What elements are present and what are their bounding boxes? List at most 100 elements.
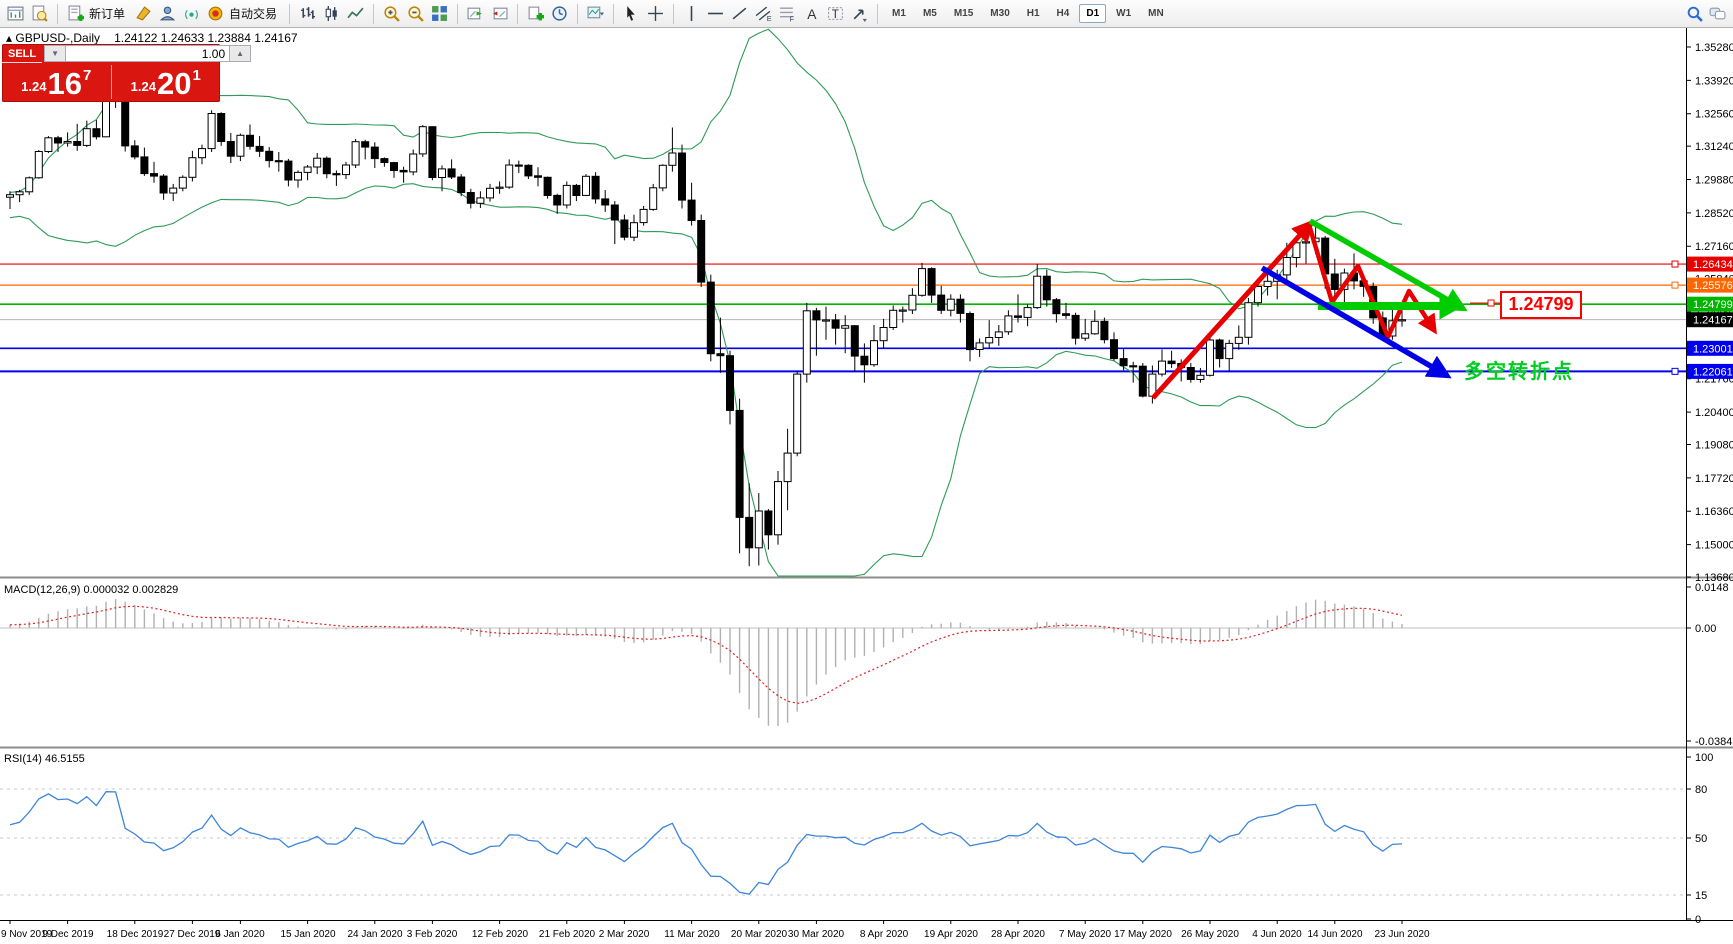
buy-price[interactable]: 1.24 20 1 bbox=[112, 63, 221, 101]
search-icon[interactable] bbox=[1683, 2, 1706, 25]
svg-text:1.28520: 1.28520 bbox=[1695, 208, 1733, 220]
toolbar-separator bbox=[613, 3, 615, 24]
svg-text:14 Jun 2020: 14 Jun 2020 bbox=[1307, 929, 1362, 940]
tf-button-M1[interactable]: M1 bbox=[885, 4, 913, 23]
svg-text:-0.038415: -0.038415 bbox=[1695, 736, 1733, 748]
signal-icon[interactable] bbox=[180, 2, 203, 25]
sell-price-big: 16 bbox=[47, 66, 82, 101]
toolbar: 新订单 自动交易 E F A T M1 M5 M15 M30 H1 H4 D1 W1 MN bbox=[0, 0, 1733, 28]
svg-text:11 Mar 2020: 11 Mar 2020 bbox=[664, 929, 720, 940]
svg-text:1.20400: 1.20400 bbox=[1695, 407, 1733, 419]
tf-button-M30[interactable]: M30 bbox=[983, 4, 1016, 23]
svg-text:28 Apr 2020: 28 Apr 2020 bbox=[991, 929, 1045, 940]
svg-text:27 Dec 2019: 27 Dec 2019 bbox=[164, 929, 221, 940]
bollinger-bands bbox=[9, 28, 1403, 577]
vline-icon[interactable] bbox=[680, 2, 703, 25]
new-order-icon[interactable] bbox=[64, 2, 87, 25]
rsi-indicator-label: RSI(14) 46.5155 bbox=[4, 753, 85, 765]
chart-window-icon[interactable] bbox=[4, 2, 27, 25]
label-icon[interactable]: T bbox=[824, 2, 847, 25]
price-level-lines[interactable] bbox=[0, 260, 1686, 375]
chart-shift-icon[interactable] bbox=[488, 2, 511, 25]
tf-button-W1[interactable]: W1 bbox=[1109, 4, 1138, 23]
svg-text:1.15000: 1.15000 bbox=[1695, 540, 1733, 552]
buy-price-big: 20 bbox=[156, 66, 192, 101]
autotrading-label[interactable]: 自动交易 bbox=[229, 5, 277, 22]
svg-text:1.29880: 1.29880 bbox=[1695, 175, 1733, 187]
svg-text:T: T bbox=[832, 8, 839, 21]
tf-button-MN[interactable]: MN bbox=[1141, 4, 1171, 23]
rsi-panel[interactable]: 100 80 50 15 0 bbox=[0, 752, 1713, 926]
svg-text:1.32560: 1.32560 bbox=[1695, 109, 1733, 121]
panel-frame bbox=[0, 28, 1733, 921]
collapse-arrow-icon[interactable]: ▴ bbox=[6, 31, 12, 45]
svg-text:30 Mar 2020: 30 Mar 2020 bbox=[788, 929, 845, 940]
clock-icon[interactable] bbox=[548, 2, 571, 25]
volume-input[interactable] bbox=[66, 45, 230, 62]
svg-text:1.24167: 1.24167 bbox=[1693, 315, 1733, 327]
turning-point-annotation[interactable]: 多空转折点 bbox=[1464, 355, 1574, 384]
chart-title: ▴ GBPUSD-,Daily 1.24122 1.24633 1.23884 1… bbox=[6, 31, 298, 45]
buy-price-small: 1.24 bbox=[130, 79, 156, 94]
date-axis[interactable]: 9 Nov 20199 Dec 2019 18 Dec 2019 27 Dec 20… bbox=[1, 920, 1430, 940]
svg-text:21 Feb 2020: 21 Feb 2020 bbox=[539, 929, 596, 940]
tile-windows-icon[interactable] bbox=[428, 2, 451, 25]
svg-text:19 Apr 2020: 19 Apr 2020 bbox=[924, 929, 978, 940]
zoom-in-icon[interactable] bbox=[380, 2, 403, 25]
svg-text:0: 0 bbox=[1695, 914, 1701, 926]
tf-button-D1[interactable]: D1 bbox=[1079, 4, 1107, 23]
tf-button-M5[interactable]: M5 bbox=[916, 4, 944, 23]
sell-price[interactable]: 1.24 16 7 bbox=[2, 63, 111, 101]
svg-text:23 Jun 2020: 23 Jun 2020 bbox=[1374, 929, 1429, 940]
styler-icon[interactable] bbox=[132, 2, 155, 25]
buy-price-sup: 1 bbox=[192, 67, 201, 84]
svg-text:18 Dec 2019: 18 Dec 2019 bbox=[107, 929, 164, 940]
candles-chart-icon[interactable] bbox=[320, 2, 343, 25]
arrows-icon[interactable] bbox=[848, 2, 871, 25]
auto-scroll-icon[interactable] bbox=[464, 2, 487, 25]
crosshair-icon[interactable] bbox=[644, 2, 667, 25]
svg-text:0.00: 0.00 bbox=[1695, 623, 1716, 635]
svg-text:4 Jun 2020: 4 Jun 2020 bbox=[1252, 929, 1302, 940]
svg-text:80: 80 bbox=[1695, 784, 1707, 796]
buy-button[interactable]: BUY bbox=[253, 44, 289, 63]
chart-canvas[interactable]: 1.35280 1.33920 1.32560 1.31240 1.29880 1.285… bbox=[0, 0, 1733, 944]
ohlc-values: 1.24122 1.24633 1.23884 1.24167 bbox=[114, 31, 298, 45]
add-indicator-icon[interactable] bbox=[524, 2, 547, 25]
tf-button-M15[interactable]: M15 bbox=[947, 4, 980, 23]
bars-chart-icon[interactable] bbox=[296, 2, 319, 25]
toolbar-separator bbox=[57, 3, 58, 24]
new-order-label[interactable]: 新订单 bbox=[89, 5, 125, 22]
text-icon[interactable]: A bbox=[800, 2, 823, 25]
template-icon[interactable] bbox=[584, 2, 607, 25]
fibonacci-icon[interactable]: F bbox=[776, 2, 799, 25]
volume-stepper: ▼ ▲ bbox=[44, 45, 252, 62]
channel-icon[interactable]: E bbox=[752, 2, 775, 25]
sell-button[interactable]: SELL bbox=[2, 44, 43, 63]
svg-text:E: E bbox=[767, 14, 772, 22]
cursor-icon[interactable] bbox=[620, 2, 643, 25]
trendline-icon[interactable] bbox=[728, 2, 751, 25]
autotrading-icon[interactable] bbox=[204, 2, 227, 25]
svg-text:26 May 2020: 26 May 2020 bbox=[1181, 929, 1239, 940]
price-annotation-box[interactable]: 1.24799 bbox=[1500, 291, 1582, 319]
svg-text:1.24799: 1.24799 bbox=[1693, 299, 1733, 311]
chat-icon[interactable] bbox=[1706, 2, 1729, 25]
tf-button-H1[interactable]: H1 bbox=[1020, 4, 1047, 23]
macd-indicator-label: MACD(12,26,9) 0.000032 0.002829 bbox=[4, 584, 179, 596]
macd-panel[interactable]: 0.0148 0.00 -0.038415 bbox=[0, 582, 1733, 748]
tf-button-H4[interactable]: H4 bbox=[1050, 4, 1077, 23]
volume-up-icon[interactable]: ▲ bbox=[229, 45, 252, 62]
one-click-trade-panel: SELL ▼ ▲ BUY 1.24 16 7 1.24 20 1 bbox=[2, 44, 289, 102]
line-chart-icon[interactable] bbox=[344, 2, 367, 25]
toolbar-separator bbox=[877, 3, 879, 24]
sell-price-small: 1.24 bbox=[21, 79, 47, 94]
svg-text:20 Mar 2020: 20 Mar 2020 bbox=[731, 929, 788, 940]
svg-text:1.27160: 1.27160 bbox=[1695, 241, 1733, 253]
svg-text:3 Feb 2020: 3 Feb 2020 bbox=[407, 929, 458, 940]
volume-down-icon[interactable]: ▼ bbox=[44, 45, 67, 62]
preview-icon[interactable] bbox=[28, 2, 51, 25]
zoom-out-icon[interactable] bbox=[404, 2, 427, 25]
profile-icon[interactable] bbox=[156, 2, 179, 25]
hline-icon[interactable] bbox=[704, 2, 727, 25]
